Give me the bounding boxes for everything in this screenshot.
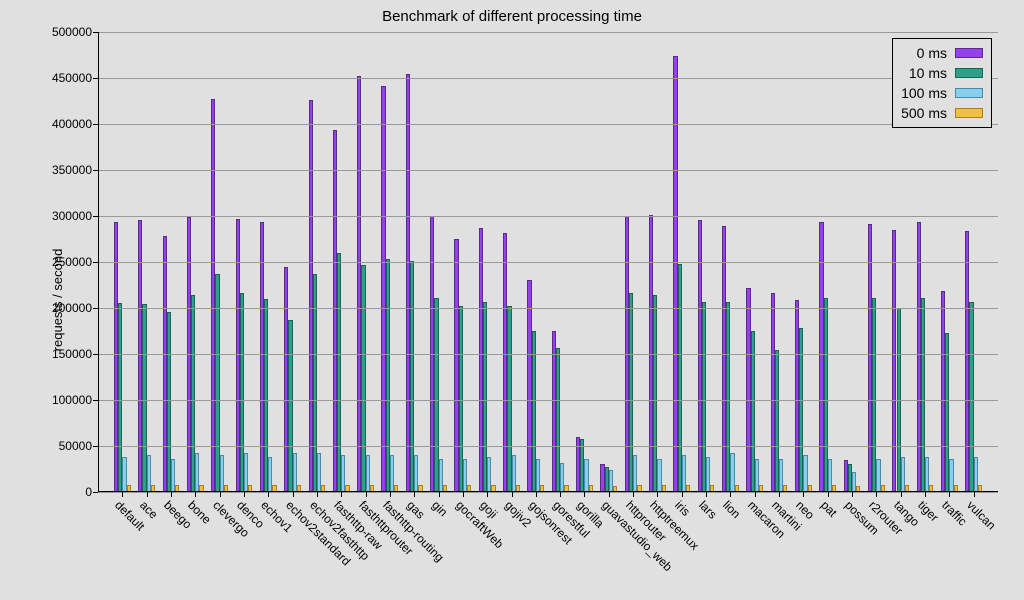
ytick-label: 450000 — [52, 71, 92, 85]
legend-label: 100 ms — [901, 85, 947, 101]
xtick-mark — [609, 492, 610, 497]
xtick-label: lion — [721, 498, 744, 521]
xtick-label: gojiv2 — [502, 498, 534, 530]
xtick-label: vulcan — [964, 498, 998, 532]
xtick-mark — [293, 492, 294, 497]
xtick-mark — [463, 492, 464, 497]
xtick-mark — [341, 492, 342, 497]
legend-item: 500 ms — [901, 103, 983, 123]
legend-item: 100 ms — [901, 83, 983, 103]
grid-line — [98, 492, 998, 493]
legend-label: 0 ms — [917, 45, 947, 61]
grid-line — [98, 216, 998, 217]
ytick-label: 350000 — [52, 163, 92, 177]
legend-label: 10 ms — [909, 65, 947, 81]
xtick-label: traffic — [939, 498, 969, 528]
xtick-mark — [171, 492, 172, 497]
xtick-mark — [755, 492, 756, 497]
grid-line — [98, 446, 998, 447]
grid-line — [98, 124, 998, 125]
xtick-mark — [584, 492, 585, 497]
xtick-mark — [925, 492, 926, 497]
xtick-mark — [147, 492, 148, 497]
xtick-mark — [317, 492, 318, 497]
legend-item: 10 ms — [901, 63, 983, 83]
ytick-label: 500000 — [52, 25, 92, 39]
xtick-label: pat — [818, 498, 840, 520]
legend-swatch — [955, 88, 983, 98]
xtick-mark — [366, 492, 367, 497]
xtick-mark — [682, 492, 683, 497]
xtick-mark — [487, 492, 488, 497]
xtick-label: gin — [429, 498, 450, 519]
ytick-label: 200000 — [52, 301, 92, 315]
grid-line — [98, 400, 998, 401]
xtick-mark — [633, 492, 634, 497]
grid-line — [98, 308, 998, 309]
xtick-mark — [852, 492, 853, 497]
xtick-mark — [244, 492, 245, 497]
xtick-mark — [974, 492, 975, 497]
xtick-mark — [414, 492, 415, 497]
xtick-mark — [512, 492, 513, 497]
ytick-label: 400000 — [52, 117, 92, 131]
ytick-label: 50000 — [59, 439, 92, 453]
xtick-mark — [949, 492, 950, 497]
xtick-mark — [390, 492, 391, 497]
plot-area: 0500001000001500002000002500003000003500… — [98, 32, 998, 492]
xtick-mark — [268, 492, 269, 497]
legend-label: 500 ms — [901, 105, 947, 121]
ytick-label: 0 — [85, 485, 92, 499]
xtick-mark — [901, 492, 902, 497]
x-axis — [98, 491, 998, 492]
xtick-mark — [439, 492, 440, 497]
xtick-mark — [560, 492, 561, 497]
xtick-mark — [220, 492, 221, 497]
grid-line — [98, 262, 998, 263]
xtick-label: lars — [696, 498, 720, 522]
xtick-mark — [657, 492, 658, 497]
xtick-mark — [779, 492, 780, 497]
legend-swatch — [955, 108, 983, 118]
chart-container: Benchmark of different processing time r… — [0, 0, 1024, 600]
y-axis — [98, 32, 99, 492]
xtick-mark — [876, 492, 877, 497]
xtick-mark — [730, 492, 731, 497]
legend-swatch — [955, 68, 983, 78]
xtick-mark — [195, 492, 196, 497]
xtick-mark — [706, 492, 707, 497]
legend: 0 ms 10 ms 100 ms 500 ms — [892, 38, 992, 128]
xtick-mark — [803, 492, 804, 497]
ytick-label: 250000 — [52, 255, 92, 269]
ytick-label: 100000 — [52, 393, 92, 407]
legend-item: 0 ms — [901, 43, 983, 63]
xtick-mark — [536, 492, 537, 497]
grid-line — [98, 78, 998, 79]
ytick-mark — [93, 492, 98, 493]
xtick-mark — [122, 492, 123, 497]
grid-line — [98, 354, 998, 355]
legend-swatch — [955, 48, 983, 58]
xtick-mark — [828, 492, 829, 497]
chart-title: Benchmark of different processing time — [0, 8, 1024, 25]
ytick-label: 300000 — [52, 209, 92, 223]
grid-line — [98, 170, 998, 171]
ytick-label: 150000 — [52, 347, 92, 361]
grid-line — [98, 32, 998, 33]
